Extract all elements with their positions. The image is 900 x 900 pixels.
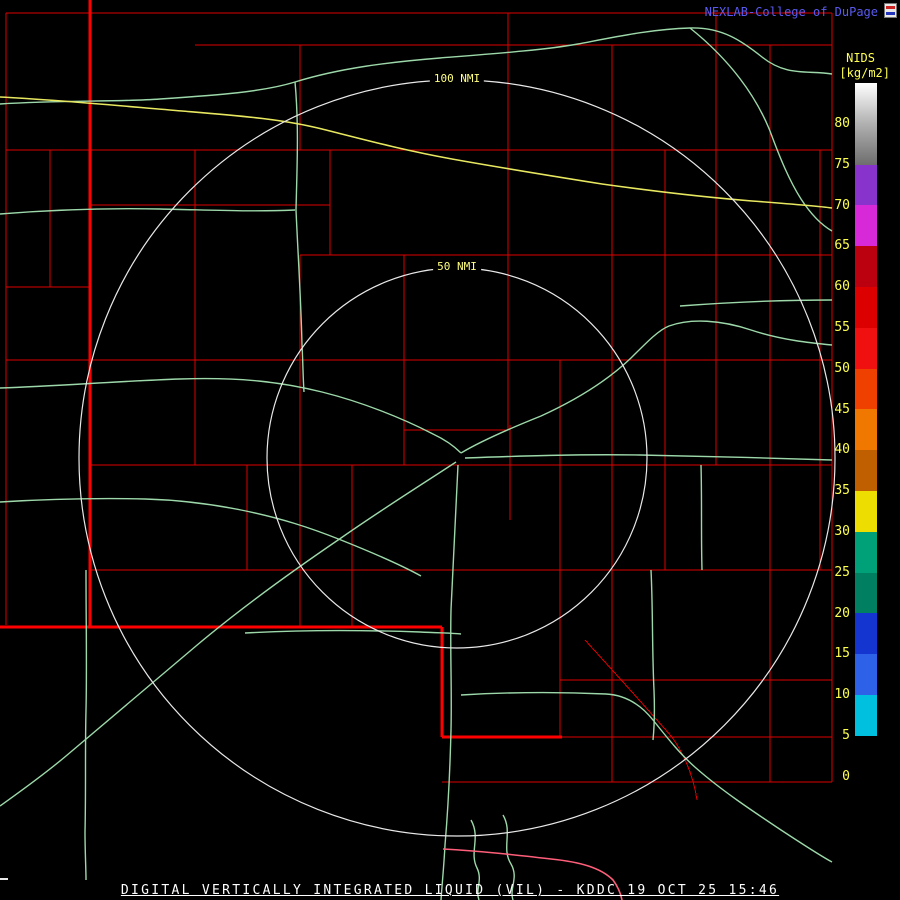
colorbar-segment xyxy=(855,327,877,369)
colorbar-segment xyxy=(855,368,877,410)
county-lines-bold xyxy=(0,0,562,739)
map-line xyxy=(0,497,422,577)
colorbar-tick-label: 70 xyxy=(834,197,850,213)
map-line xyxy=(84,569,88,881)
map-line xyxy=(464,454,833,461)
map-line xyxy=(584,639,698,801)
radar-map xyxy=(0,0,836,900)
colorbar-tick-label: 75 xyxy=(834,156,850,172)
county-lines xyxy=(5,12,833,801)
range-ring-label: 100 NMI xyxy=(429,72,485,85)
map-line xyxy=(0,96,833,209)
range-ring xyxy=(78,79,836,837)
map-line xyxy=(700,464,703,571)
colorbar-segment xyxy=(855,83,877,124)
colorbar-tick-label: 25 xyxy=(834,564,850,580)
colorbar xyxy=(855,83,877,777)
highway-lines xyxy=(0,96,833,209)
colorbar-segment xyxy=(855,286,877,328)
colorbar-segment xyxy=(855,164,877,206)
colorbar-tick-label: 40 xyxy=(834,442,850,458)
logo-red-stripe xyxy=(886,6,895,9)
colorbar-units: [kg/m2] xyxy=(839,66,890,80)
map-line xyxy=(689,27,833,232)
colorbar-segment xyxy=(855,531,877,573)
colorbar-segment xyxy=(855,490,877,532)
colorbar-tick-label: 30 xyxy=(834,524,850,539)
map-line xyxy=(679,299,833,307)
colorbar-segment xyxy=(855,409,877,451)
colorbar-tick-label: 60 xyxy=(834,279,850,295)
map-line xyxy=(0,461,457,807)
colorbar-segment xyxy=(855,613,877,655)
colorbar-segment xyxy=(855,205,877,247)
colorbar-segment xyxy=(855,246,877,287)
colorbar-tick-label: 20 xyxy=(834,605,850,621)
product-title: DIGITAL VERTICALLY INTEGRATED LIQUID (VI… xyxy=(120,883,780,898)
colorbar-segment xyxy=(855,654,877,695)
colorbar-tick-label: 35 xyxy=(834,483,850,499)
map-line xyxy=(460,691,833,863)
colorbar-tick-label: 5 xyxy=(842,728,850,743)
colorbar-segment xyxy=(855,694,877,736)
range-ring-label: 50 NMI xyxy=(433,260,481,273)
colorbar-tick-label: 45 xyxy=(834,401,850,417)
colorbar-tick-label: 15 xyxy=(834,646,850,662)
range-ring xyxy=(266,267,648,649)
map-line xyxy=(460,320,833,454)
colorbar-tick-label: 65 xyxy=(834,238,850,254)
colorbar-title: NIDS xyxy=(846,51,875,65)
logo-blue-stripe xyxy=(886,12,895,15)
colorbar-segment xyxy=(855,123,877,165)
colorbar-tick-label: 0 xyxy=(842,768,850,784)
colorbar-tick-label: 50 xyxy=(834,360,850,376)
map-line xyxy=(440,464,459,900)
edge-artifact xyxy=(0,878,8,880)
colorbar-segment xyxy=(855,735,877,777)
attribution-text: NEXLAB-College of DuPage xyxy=(704,5,878,19)
colorbar-segment xyxy=(855,572,877,614)
map-line xyxy=(0,377,462,454)
cod-logo-icon xyxy=(884,3,897,18)
map-line xyxy=(0,208,296,215)
colorbar-segment xyxy=(855,450,877,491)
road-lines xyxy=(0,27,833,900)
colorbar-tick-label: 55 xyxy=(834,320,850,335)
map-line xyxy=(0,27,833,105)
range-rings xyxy=(78,79,836,837)
map-line xyxy=(244,629,462,635)
colorbar-tick-label: 80 xyxy=(834,116,850,131)
colorbar-tick-label: 10 xyxy=(834,687,850,703)
